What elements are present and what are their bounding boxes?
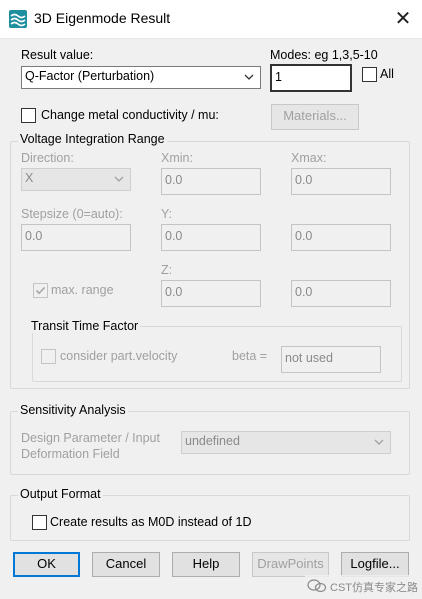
change-metal-label: Change metal conductivity / mu: bbox=[41, 108, 219, 122]
z-label: Z: bbox=[161, 263, 173, 277]
design-param-label-1: Design Parameter / Input bbox=[21, 431, 160, 445]
xmax-label: Xmax: bbox=[291, 151, 327, 165]
logfile-button[interactable]: Logfile... bbox=[341, 552, 409, 577]
drawpoints-button[interactable]: DrawPoints bbox=[252, 552, 329, 577]
y-label: Y: bbox=[161, 207, 173, 221]
z-min-input[interactable]: 0.0 bbox=[161, 280, 261, 307]
close-icon[interactable]: ✕ bbox=[390, 6, 416, 32]
design-param-select[interactable]: undefined bbox=[181, 431, 391, 454]
all-checkbox[interactable] bbox=[362, 67, 377, 82]
modes-input[interactable]: 1 bbox=[270, 64, 352, 92]
checkmark-icon bbox=[35, 286, 46, 295]
result-value-selected: Q-Factor (Perturbation) bbox=[25, 69, 155, 83]
output-format-title: Output Format bbox=[18, 487, 103, 501]
cancel-button[interactable]: Cancel bbox=[92, 552, 160, 577]
create-m0d-checkbox[interactable] bbox=[32, 515, 47, 530]
max-range-checkbox[interactable] bbox=[33, 283, 48, 298]
beta-input[interactable]: not used bbox=[281, 346, 381, 373]
help-button[interactable]: Help bbox=[172, 552, 240, 577]
chevron-down-icon bbox=[114, 176, 124, 182]
consider-velocity-label: consider part.velocity bbox=[60, 349, 178, 363]
window-title: 3D Eigenmode Result bbox=[34, 10, 171, 26]
watermark: CST仿真专家之路 bbox=[305, 575, 418, 597]
ok-button[interactable]: OK bbox=[13, 552, 80, 577]
chevron-down-icon bbox=[374, 439, 384, 445]
stepsize-label: Stepsize (0=auto): bbox=[21, 207, 123, 221]
xmin-label: Xmin: bbox=[161, 151, 193, 165]
result-value-select[interactable]: Q-Factor (Perturbation) bbox=[21, 66, 261, 89]
beta-label: beta = bbox=[232, 349, 268, 363]
y-max-input[interactable]: 0.0 bbox=[291, 224, 391, 251]
direction-label: Direction: bbox=[21, 151, 74, 165]
stepsize-input[interactable]: 0.0 bbox=[21, 224, 131, 251]
xmax-input[interactable]: 0.0 bbox=[291, 168, 391, 195]
y-min-input[interactable]: 0.0 bbox=[161, 224, 261, 251]
design-param-label-2: Deformation Field bbox=[21, 447, 120, 461]
result-value-label: Result value: bbox=[21, 48, 94, 62]
sensitivity-title: Sensitivity Analysis bbox=[18, 403, 128, 417]
materials-button[interactable]: Materials... bbox=[271, 104, 359, 130]
change-metal-checkbox[interactable] bbox=[21, 108, 36, 123]
consider-velocity-checkbox[interactable] bbox=[41, 349, 56, 364]
app-icon bbox=[9, 10, 27, 28]
wechat-icon bbox=[307, 579, 327, 593]
direction-select[interactable]: X bbox=[21, 168, 131, 191]
xmin-input[interactable]: 0.0 bbox=[161, 168, 261, 195]
all-label: All bbox=[380, 67, 394, 81]
transit-time-title: Transit Time Factor bbox=[29, 319, 141, 333]
voltage-integration-title: Voltage Integration Range bbox=[18, 132, 167, 146]
z-max-input[interactable]: 0.0 bbox=[291, 280, 391, 307]
watermark-text: CST仿真专家之路 bbox=[330, 582, 418, 594]
chevron-down-icon bbox=[244, 74, 254, 80]
max-range-label: max. range bbox=[51, 283, 114, 297]
modes-label: Modes: eg 1,3,5-10 bbox=[270, 48, 378, 62]
design-param-value: undefined bbox=[185, 434, 240, 448]
direction-value: X bbox=[25, 171, 34, 185]
create-m0d-label: Create results as M0D instead of 1D bbox=[50, 515, 252, 529]
